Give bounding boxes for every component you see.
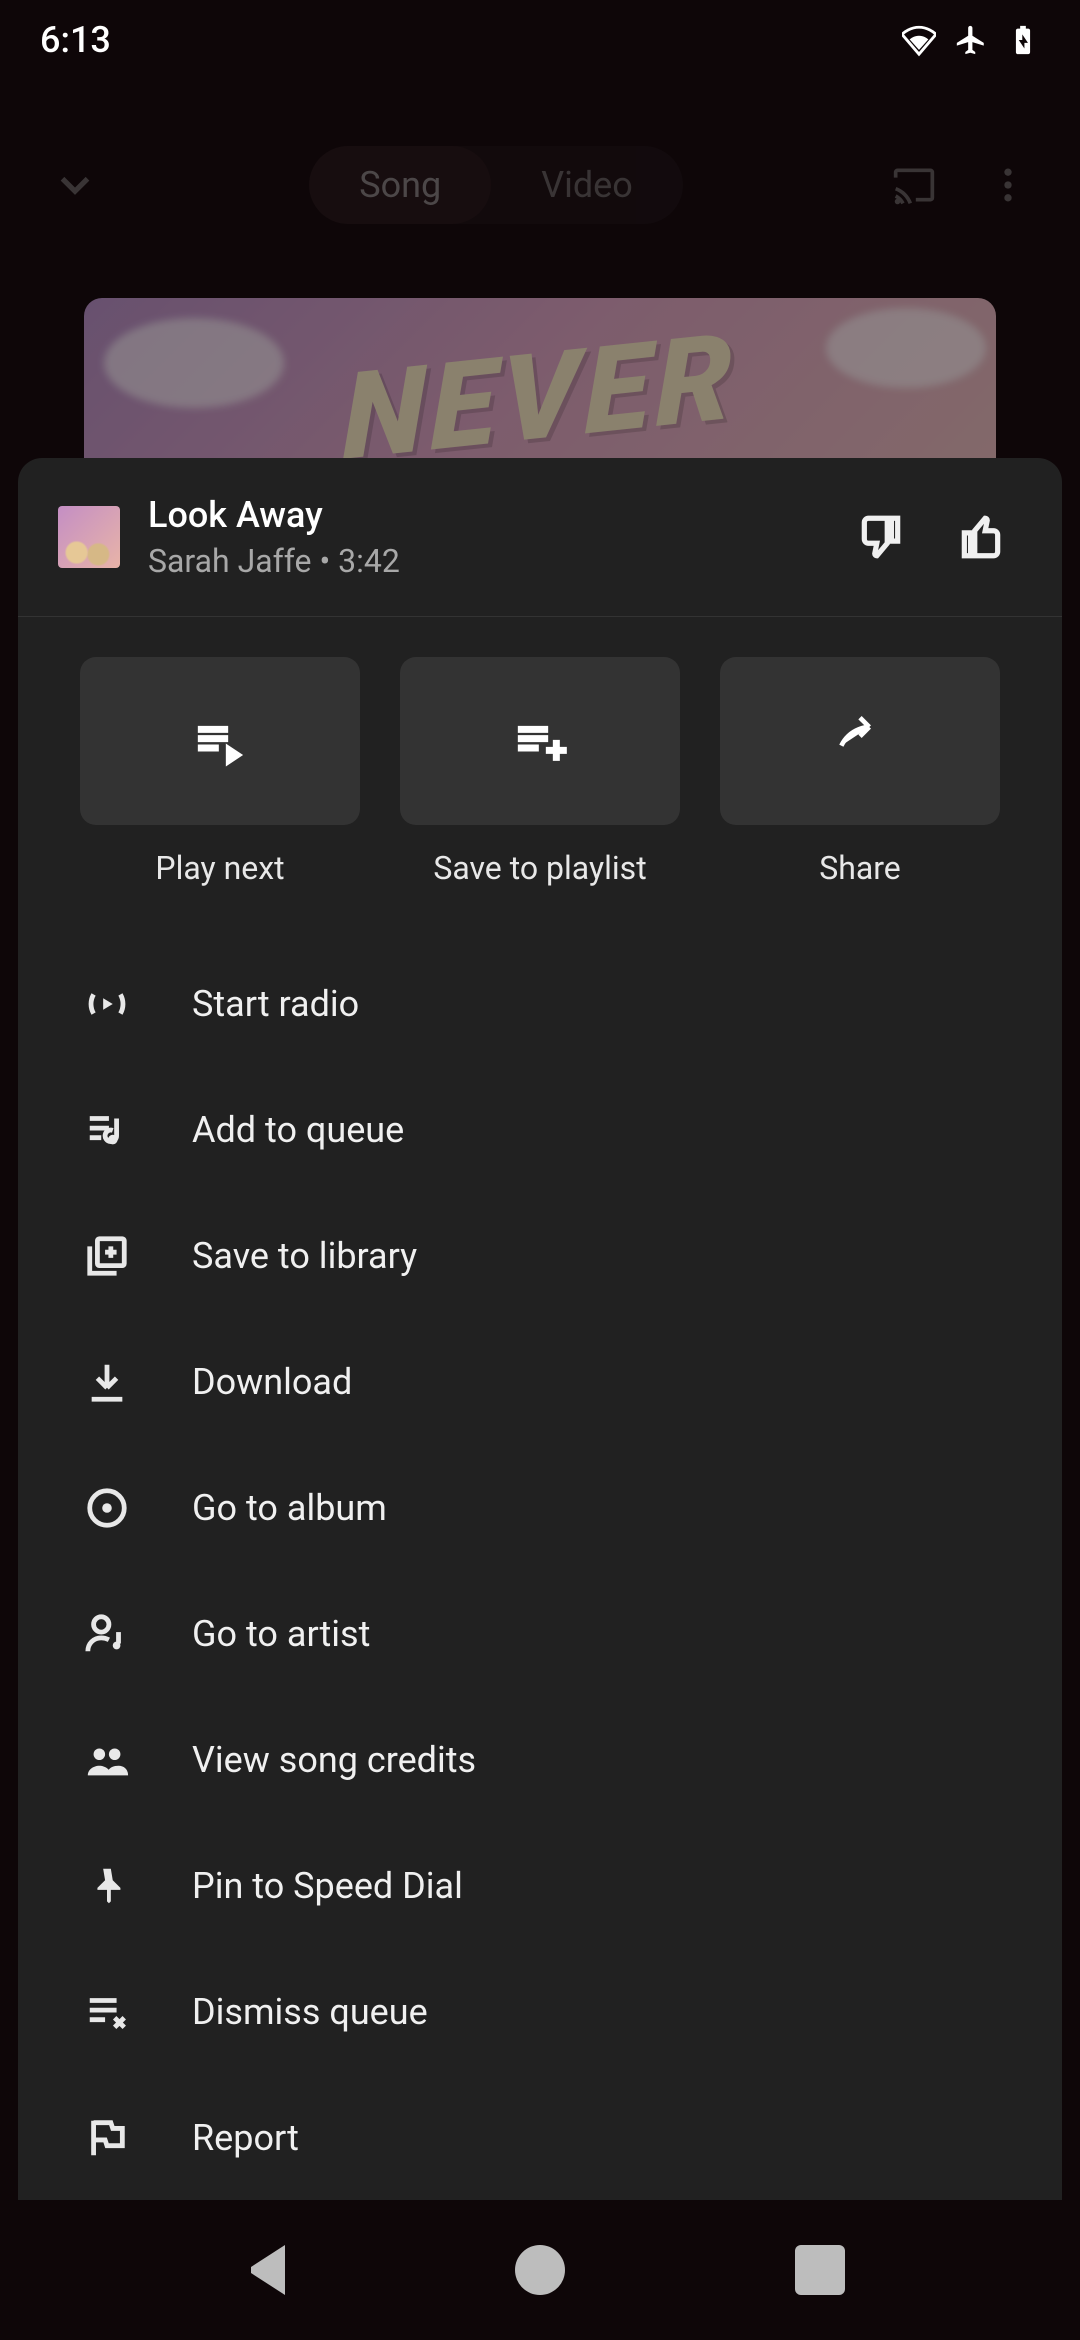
track-meta: Look Away Sarah Jaffe • 3:42 — [148, 494, 828, 580]
menu-label: Add to queue — [192, 1109, 404, 1151]
menu-label: Report — [192, 2117, 299, 2159]
people-icon — [84, 1737, 130, 1783]
menu-download[interactable]: Download — [18, 1319, 1062, 1445]
flag-icon — [84, 2115, 130, 2161]
queue-music-icon — [84, 1107, 130, 1153]
more-vert-icon[interactable] — [986, 163, 1030, 207]
action-tiles: Play next Save to playlist Share — [18, 617, 1062, 911]
menu-go-artist[interactable]: Go to artist — [18, 1571, 1062, 1697]
menu-label: View song credits — [192, 1739, 476, 1781]
menu-label: Start radio — [192, 983, 359, 1025]
menu-label: Save to library — [192, 1235, 417, 1277]
pin-icon — [84, 1863, 130, 1909]
menu-label: Download — [192, 1361, 352, 1403]
nav-home-button[interactable] — [515, 2245, 565, 2295]
menu-pin[interactable]: Pin to Speed Dial — [18, 1823, 1062, 1949]
status-time: 6:13 — [40, 19, 111, 61]
share-icon — [832, 713, 888, 769]
nav-back-button[interactable] — [235, 2245, 285, 2295]
nav-recent-button[interactable] — [795, 2245, 845, 2295]
player-top-bar: Song Video — [0, 130, 1080, 240]
track-title: Look Away — [148, 494, 828, 536]
download-icon — [84, 1359, 130, 1405]
play-next-icon — [192, 713, 248, 769]
track-subtitle: Sarah Jaffe • 3:42 — [148, 542, 828, 580]
cast-icon[interactable] — [892, 163, 936, 207]
chevron-down-icon[interactable] — [50, 160, 100, 210]
menu-label: Go to album — [192, 1487, 387, 1529]
play-next-tile[interactable]: Play next — [80, 657, 360, 887]
playlist-add-icon — [512, 713, 568, 769]
menu-dismiss-queue[interactable]: Dismiss queue — [18, 1949, 1062, 2075]
dismiss-queue-icon — [84, 1989, 130, 2035]
album-icon — [84, 1485, 130, 1531]
menu-report[interactable]: Report — [18, 2075, 1062, 2200]
menu-list: Start radio Add to queue Save to library… — [18, 911, 1062, 2200]
share-tile[interactable]: Share — [720, 657, 1000, 887]
track-thumbnail — [58, 506, 120, 568]
artist-icon — [84, 1611, 130, 1657]
menu-label: Pin to Speed Dial — [192, 1865, 463, 1907]
segment-song[interactable]: Song — [309, 146, 491, 224]
action-sheet: Look Away Sarah Jaffe • 3:42 Play next S… — [18, 458, 1062, 2200]
status-bar: 6:13 — [0, 0, 1080, 80]
save-playlist-tile[interactable]: Save to playlist — [400, 657, 680, 887]
airplane-icon — [954, 23, 988, 57]
menu-start-radio[interactable]: Start radio — [18, 941, 1062, 1067]
menu-label: Dismiss queue — [192, 1991, 428, 2033]
wifi-icon — [902, 23, 936, 57]
thumbs-up-icon[interactable] — [956, 512, 1006, 562]
menu-save-library[interactable]: Save to library — [18, 1193, 1062, 1319]
status-icons — [902, 23, 1040, 57]
menu-add-queue[interactable]: Add to queue — [18, 1067, 1062, 1193]
play-next-label: Play next — [155, 849, 284, 887]
sheet-header: Look Away Sarah Jaffe • 3:42 — [18, 458, 1062, 617]
system-nav-bar — [0, 2200, 1080, 2340]
menu-label: Go to artist — [192, 1613, 370, 1655]
song-video-segment[interactable]: Song Video — [309, 146, 683, 224]
menu-go-album[interactable]: Go to album — [18, 1445, 1062, 1571]
thumbs-down-icon[interactable] — [856, 512, 906, 562]
share-label: Share — [819, 849, 901, 887]
save-playlist-label: Save to playlist — [433, 849, 646, 887]
segment-video[interactable]: Video — [491, 146, 683, 224]
radio-icon — [84, 981, 130, 1027]
library-add-icon — [84, 1233, 130, 1279]
menu-credits[interactable]: View song credits — [18, 1697, 1062, 1823]
album-art-text: NEVER — [343, 317, 738, 479]
battery-charging-icon — [1006, 23, 1040, 57]
